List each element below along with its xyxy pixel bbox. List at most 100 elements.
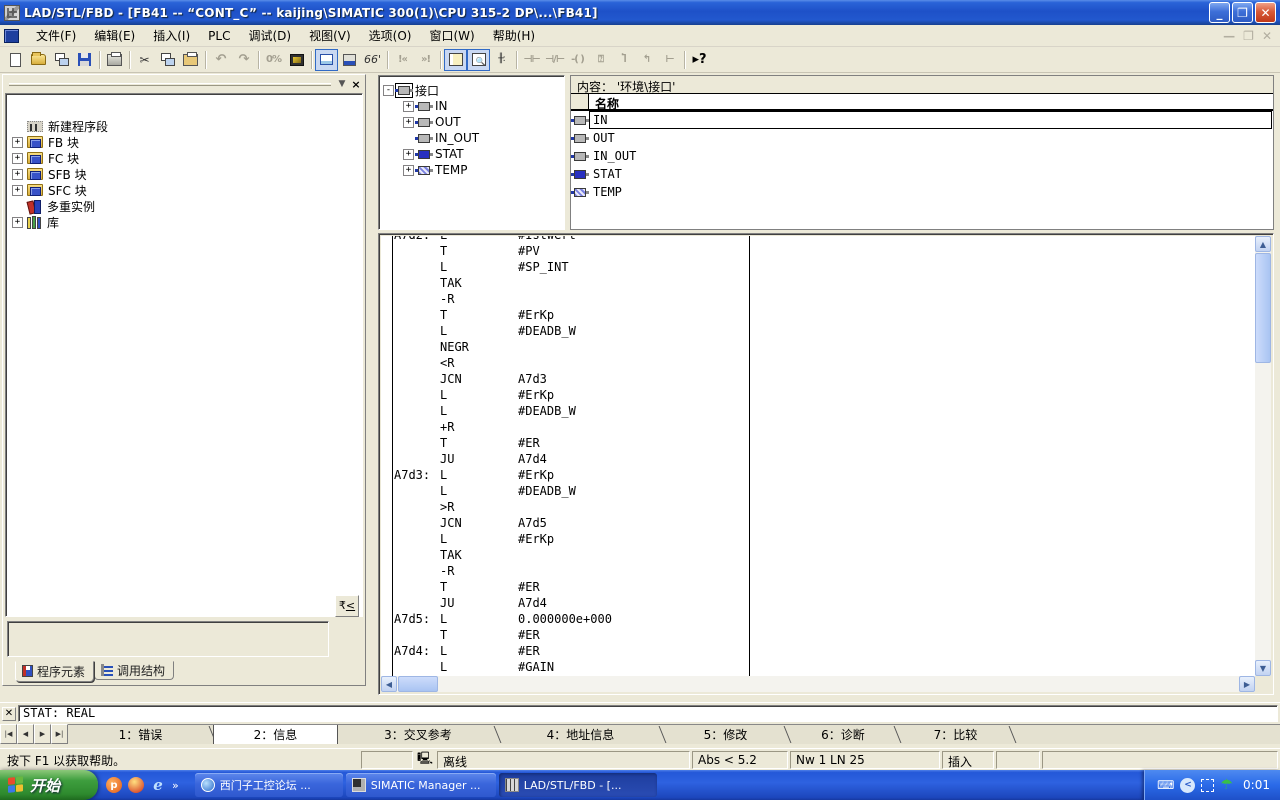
tab-call-structure[interactable]: 调用结构: [94, 661, 174, 680]
menu-edit[interactable]: 编辑(E): [85, 24, 144, 47]
open-icon[interactable]: [27, 49, 50, 71]
tree-item-fb[interactable]: + FB 块: [12, 134, 358, 150]
menu-view[interactable]: 视图(V): [300, 24, 360, 47]
tab-info[interactable]: 2：信息: [213, 725, 338, 744]
vertical-scrollbar[interactable]: ▲ ▼: [1255, 236, 1271, 676]
mdi-child-icon[interactable]: [4, 29, 19, 43]
content-table[interactable]: 名称 IN OUT IN_OUT STAT TEMP: [571, 94, 1273, 201]
menu-file[interactable]: 文件(F): [27, 24, 85, 47]
tab-comparison[interactable]: 7：比较: [898, 725, 1013, 744]
first-tab-icon[interactable]: |◀: [0, 724, 17, 744]
iface-item-temp[interactable]: + TEMP: [403, 162, 562, 178]
tab-address-info[interactable]: 4：地址信息: [498, 725, 663, 744]
redo-icon[interactable]: ↷: [232, 49, 255, 71]
start-button[interactable]: 开始: [0, 770, 98, 800]
menu-help[interactable]: 帮助(H): [484, 24, 544, 47]
horizontal-scrollbar[interactable]: ◀ ▶: [381, 676, 1255, 692]
contact-nc-icon[interactable]: ⊣/⊢: [543, 49, 566, 71]
tree-item-multi-instance[interactable]: 多重实例: [12, 198, 358, 214]
iface-root[interactable]: - 接口: [383, 82, 562, 98]
monitor-glasses-icon[interactable]: 66': [361, 49, 384, 71]
prev-tab-icon[interactable]: ◀: [17, 724, 34, 744]
cut-icon[interactable]: ✂: [133, 49, 156, 71]
hide-icons-chevron[interactable]: <: [1180, 778, 1195, 793]
next-tab-icon[interactable]: ▶: [34, 724, 51, 744]
monitor-block-icon[interactable]: 0%: [262, 49, 285, 71]
open-branch-icon[interactable]: Ⴈ: [612, 49, 635, 71]
task-forum[interactable]: 西门子工控论坛 ...: [195, 773, 343, 797]
monitor-gold-icon[interactable]: [285, 49, 308, 71]
expand-icon[interactable]: +: [12, 185, 23, 196]
quick-launch-qq-icon[interactable]: [128, 777, 144, 793]
expand-icon[interactable]: +: [403, 117, 414, 128]
next-error-icon[interactable]: »!: [414, 49, 437, 71]
dock-dropdown-icon[interactable]: ▼: [335, 78, 349, 91]
expand-icon[interactable]: +: [403, 149, 414, 160]
prev-error-icon[interactable]: !«: [391, 49, 414, 71]
horizontal-scroll-thumb[interactable]: [398, 676, 438, 692]
plc-connect-icon[interactable]: [338, 49, 361, 71]
expand-icon[interactable]: +: [12, 217, 23, 228]
content-row-stat[interactable]: STAT: [571, 165, 1273, 183]
undo-icon[interactable]: ↶: [209, 49, 232, 71]
dock-grip[interactable]: ▼ ×: [5, 77, 363, 91]
t-branch-icon[interactable]: ⊢: [658, 49, 681, 71]
iface-item-in[interactable]: + IN: [403, 98, 562, 114]
close-branch-icon[interactable]: ↰: [635, 49, 658, 71]
content-row-in[interactable]: IN: [571, 111, 1273, 129]
mdi-close-icon[interactable]: ✕: [1262, 29, 1272, 43]
expand-icon[interactable]: +: [403, 101, 414, 112]
keyboard-layout-icon[interactable]: ⌨: [1157, 779, 1174, 791]
save-icon[interactable]: [73, 49, 96, 71]
menu-insert[interactable]: 插入(I): [144, 24, 199, 47]
quick-launch-ie-icon[interactable]: e: [150, 777, 166, 793]
tray-app-icon[interactable]: [1201, 779, 1214, 792]
coil-icon[interactable]: -( ): [566, 49, 589, 71]
menu-window[interactable]: 窗口(W): [420, 24, 483, 47]
content-row-temp[interactable]: TEMP: [571, 183, 1273, 201]
expand-icon[interactable]: +: [12, 169, 23, 180]
tab-cross-reference[interactable]: 3：交叉参考: [338, 725, 498, 744]
close-button[interactable]: ✕: [1255, 2, 1276, 23]
collapse-icon[interactable]: -: [383, 85, 394, 96]
iface-item-out[interactable]: + OUT: [403, 114, 562, 130]
vertical-scroll-thumb[interactable]: [1255, 253, 1271, 363]
dock-close-icon[interactable]: ×: [349, 78, 363, 91]
download-blocks-icon[interactable]: [50, 49, 73, 71]
mdi-restore-icon[interactable]: ❐: [1243, 29, 1254, 43]
tree-item-library[interactable]: + 库: [12, 214, 358, 230]
view-detail-icon[interactable]: [467, 49, 490, 71]
minimize-button[interactable]: _: [1209, 2, 1230, 23]
stl-code-editor[interactable]: A7d2:L#Istwert T#PV L#SP_INT TAK -R T#Er…: [381, 236, 1255, 676]
empty-box-icon[interactable]: ⍰: [589, 49, 612, 71]
tab-modify[interactable]: 5：修改: [663, 725, 788, 744]
expand-icon[interactable]: +: [403, 165, 414, 176]
tab-diagnostics[interactable]: 6：诊断: [788, 725, 898, 744]
new-icon[interactable]: [4, 49, 27, 71]
copy-icon[interactable]: [156, 49, 179, 71]
antivirus-umbrella-icon[interactable]: ☂: [1220, 778, 1233, 792]
quick-launch-more-icon[interactable]: »: [172, 779, 179, 792]
display-filter-icon[interactable]: [315, 49, 338, 71]
menu-options[interactable]: 选项(O): [360, 24, 421, 47]
menu-plc[interactable]: PLC: [199, 26, 239, 46]
mdi-minimize-icon[interactable]: —: [1223, 29, 1235, 43]
contact-no-icon[interactable]: ⊣⊢: [520, 49, 543, 71]
last-tab-icon[interactable]: ▶|: [51, 724, 68, 744]
scroll-right-icon[interactable]: ▶: [1239, 676, 1255, 692]
interface-tree-pane[interactable]: - 接口 + IN + OUT IN_OUT + ST: [378, 75, 565, 230]
expand-icon[interactable]: +: [12, 153, 23, 164]
quick-launch-pplive-icon[interactable]: p: [106, 777, 122, 793]
tree-item-new-network[interactable]: 新建程序段: [12, 118, 358, 134]
paste-icon[interactable]: [179, 49, 202, 71]
iface-item-in-out[interactable]: IN_OUT: [403, 130, 562, 146]
content-row-out[interactable]: OUT: [571, 129, 1273, 147]
print-icon[interactable]: [103, 49, 126, 71]
tree-item-sfb[interactable]: + SFB 块: [12, 166, 358, 182]
menu-debug[interactable]: 调试(D): [239, 24, 300, 47]
scroll-left-icon[interactable]: ◀: [381, 676, 397, 692]
message-close-icon[interactable]: ✕: [2, 707, 16, 721]
task-simatic-manager[interactable]: SIMATIC Manager ...: [346, 773, 496, 797]
tree-item-fc[interactable]: + FC 块: [12, 150, 358, 166]
new-network-icon[interactable]: ╫:: [490, 49, 513, 71]
